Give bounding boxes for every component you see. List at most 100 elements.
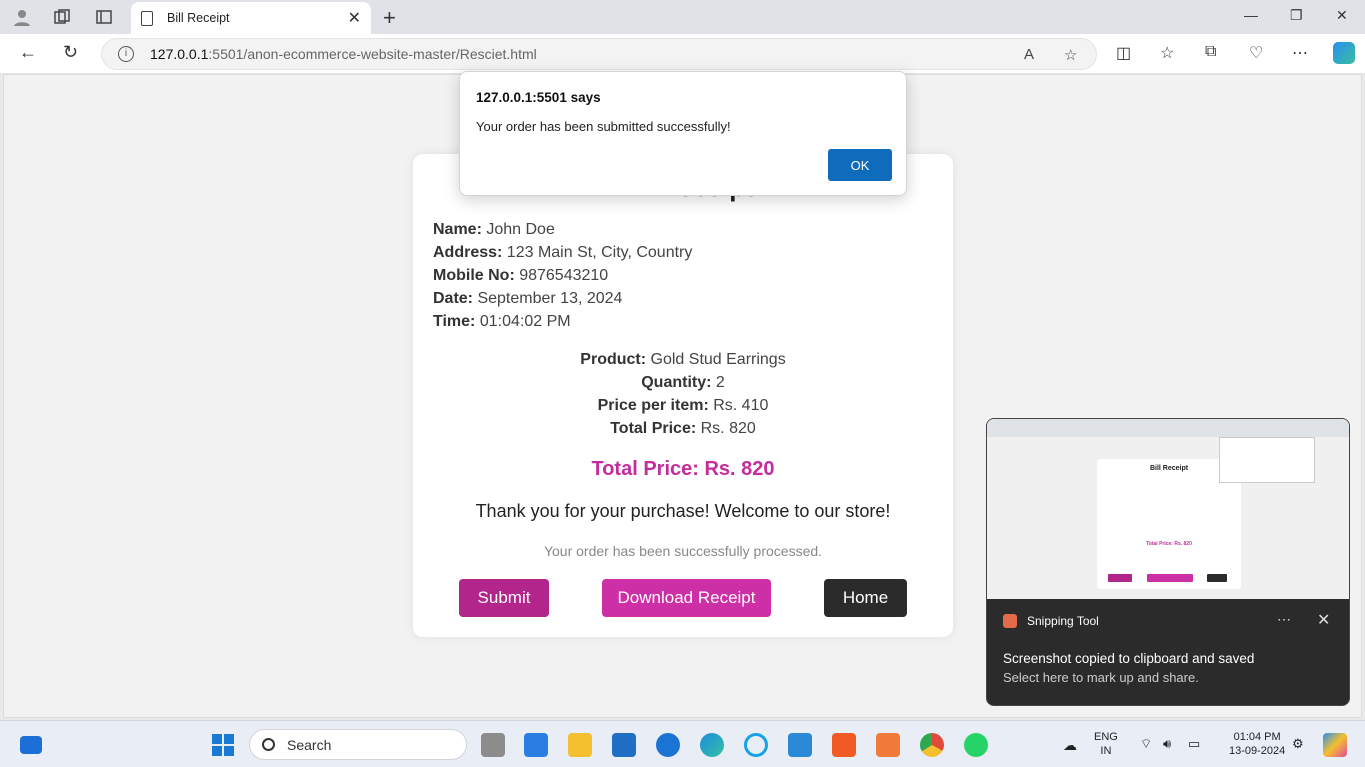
date-label: Date: — [433, 290, 474, 307]
url-path: :5501/anon-ecommerce-website-master/Resc… — [208, 46, 537, 62]
price-line: Price per item: Rs. 410 — [413, 397, 953, 415]
url-host: 127.0.0.1 — [150, 46, 209, 62]
read-aloud-icon[interactable]: A — [1024, 46, 1034, 63]
start-icon[interactable] — [211, 733, 235, 757]
edge-icon[interactable] — [700, 733, 724, 757]
tab-bill-receipt[interactable]: Bill Receipt ✕ — [131, 2, 371, 34]
total-value: Rs. 820 — [696, 420, 756, 437]
back-button[interactable]: ← — [19, 42, 37, 63]
date-field: Date: September 13, 2024 — [433, 290, 622, 308]
brave-icon[interactable] — [832, 733, 856, 757]
favorite-star-icon[interactable]: ☆ — [1064, 46, 1077, 64]
product-line: Product: Gold Stud Earrings — [413, 351, 953, 369]
dialog-message: Your order has been submitted successful… — [476, 119, 731, 134]
vscode-icon[interactable] — [788, 733, 812, 757]
language-code: ENG — [1094, 731, 1118, 743]
task-view-icon[interactable] — [481, 733, 505, 757]
mobile-field: Mobile No: 9876543210 — [433, 267, 608, 285]
clock[interactable]: 01:04 PM 13-09-2024 — [1229, 730, 1285, 758]
split-screen-icon[interactable]: ◫ — [1116, 43, 1131, 63]
widgets-icon[interactable] — [20, 736, 42, 754]
close-window-button[interactable]: ✕ — [1336, 7, 1348, 24]
help-icon[interactable] — [656, 733, 680, 757]
document-icon — [141, 10, 153, 26]
alexa-icon[interactable] — [744, 733, 768, 757]
site-info-icon[interactable]: i — [118, 46, 134, 62]
thumbnail-download — [1147, 574, 1193, 582]
address-field: Address: 123 Main St, City, Country — [433, 244, 692, 262]
thumbnail-browser-bar — [987, 419, 1349, 437]
copilot-icon[interactable] — [1333, 42, 1355, 64]
time-field: Time: 01:04:02 PM — [433, 313, 571, 331]
myhp-icon[interactable] — [612, 733, 636, 757]
alert-dialog: 127.0.0.1:5501 says Your order has been … — [459, 71, 907, 196]
home-button[interactable]: Home — [824, 579, 907, 617]
thumbnail-downloads-popup — [1219, 437, 1315, 483]
thumbnail-submit — [1108, 574, 1132, 582]
total-line: Total Price: Rs. 820 — [413, 420, 953, 438]
thank-you-message: Thank you for your purchase! Welcome to … — [475, 501, 891, 521]
notification-app: Snipping Tool — [1003, 614, 1099, 628]
notifications-icon[interactable]: ⚙ — [1292, 737, 1304, 751]
total-label: Total Price: — [610, 420, 697, 437]
minimize-button[interactable]: — — [1244, 7, 1258, 23]
product-value: Gold Stud Earrings — [646, 351, 786, 368]
product-label: Product: — [580, 351, 647, 368]
notification-app-name: Snipping Tool — [1027, 614, 1099, 628]
new-tab-button[interactable]: + — [383, 5, 396, 31]
taskbar-search-placeholder: Search — [287, 736, 332, 753]
address-bar[interactable]: i 127.0.0.1:5501/anon-ecommerce-website-… — [101, 38, 1097, 70]
thumbnail-total: Total Price: Rs. 820 — [1146, 541, 1192, 547]
snipping-tool-notification[interactable]: Bill Receipt Total Price: Rs. 820 Snippi… — [986, 418, 1350, 706]
onedrive-icon[interactable]: ☁ — [1063, 738, 1077, 752]
chrome-icon[interactable] — [920, 733, 944, 757]
price-value: Rs. 410 — [708, 397, 769, 414]
date-value: September 13, 2024 — [473, 290, 623, 307]
browser-titlebar: Bill Receipt ✕ + — ❐ ✕ — [0, 0, 1365, 34]
address-value: 123 Main St, City, Country — [502, 244, 693, 261]
favorites-icon[interactable]: ☆ — [1160, 43, 1174, 63]
file-explorer-icon[interactable] — [568, 733, 592, 757]
restore-button[interactable]: ❐ — [1290, 7, 1303, 24]
refresh-button[interactable]: ↻ — [63, 42, 78, 63]
time-label: Time: — [433, 313, 476, 330]
workspaces-icon[interactable] — [51, 6, 73, 28]
notification-more-icon[interactable]: ⋯ — [1277, 611, 1291, 628]
notification-body: Select here to mark up and share. — [1003, 670, 1199, 685]
clock-date: 13-09-2024 — [1229, 745, 1286, 757]
price-label: Price per item: — [597, 397, 709, 414]
snipping-tool-icon — [1003, 614, 1017, 628]
dialog-ok-button[interactable]: OK — [828, 149, 892, 181]
quantity-label: Quantity: — [641, 374, 712, 391]
quantity-value: 2 — [711, 374, 725, 391]
grand-total: Total Price: Rs. 820 — [591, 458, 775, 480]
wifi-icon[interactable]: ⌔ — [1140, 737, 1152, 751]
mobile-label: Mobile No: — [433, 267, 515, 284]
search-icon — [262, 738, 275, 751]
volume-icon[interactable]: 🔊︎ — [1163, 737, 1171, 751]
profile-icon[interactable] — [11, 6, 33, 28]
taskbar-search[interactable]: Search — [249, 729, 467, 760]
submit-button[interactable]: Submit — [459, 579, 549, 617]
collections-icon[interactable]: ⧉ — [1205, 43, 1216, 61]
language-indicator[interactable]: ENG IN — [1094, 730, 1118, 758]
thumbnail-home — [1207, 574, 1227, 582]
mobile-value: 9876543210 — [514, 267, 609, 284]
notification-close-icon[interactable]: ✕ — [1317, 610, 1330, 630]
taskbar: Search ☁ ENG IN ⌔ 🔊︎ ▭ 01:04 PM 13-09-20… — [0, 720, 1365, 767]
whatsapp-icon[interactable] — [964, 733, 988, 757]
dialog-title: 127.0.0.1:5501 says — [476, 90, 601, 105]
copilot-taskbar-icon[interactable] — [1323, 733, 1347, 757]
browser-essentials-icon[interactable]: ♡ — [1249, 43, 1263, 63]
download-receipt-button[interactable]: Download Receipt — [602, 579, 771, 617]
time-value: 01:04:02 PM — [475, 313, 571, 330]
postman-icon[interactable] — [876, 733, 900, 757]
battery-icon[interactable]: ▭ — [1188, 737, 1200, 751]
store-icon[interactable] — [524, 733, 548, 757]
address-label: Address: — [433, 244, 503, 261]
more-menu-icon[interactable]: ⋯ — [1292, 43, 1308, 63]
close-tab-icon[interactable]: ✕ — [348, 8, 361, 28]
tab-title: Bill Receipt — [167, 11, 230, 25]
screenshot-thumbnail[interactable]: Bill Receipt Total Price: Rs. 820 — [987, 419, 1349, 599]
tab-actions-icon[interactable] — [93, 6, 115, 28]
